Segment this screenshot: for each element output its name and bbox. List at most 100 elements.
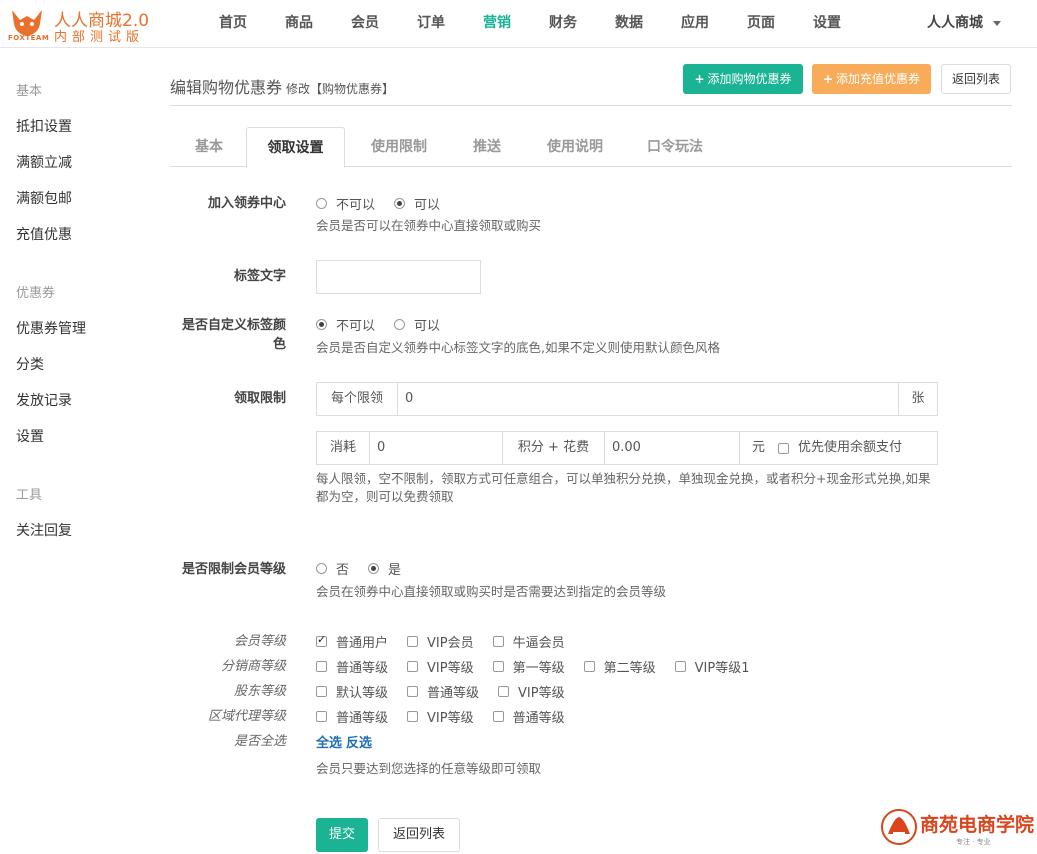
- page-title-text: 编辑购物优惠券: [170, 78, 283, 97]
- tab-push[interactable]: 推送: [450, 127, 524, 167]
- per-limit-unit: 张: [898, 382, 938, 416]
- sidebar-item-free-shipping[interactable]: 满额包邮: [16, 188, 72, 208]
- tab-password-play[interactable]: 口令玩法: [626, 127, 724, 167]
- checkbox-share-level-0[interactable]: 默认等级: [316, 682, 388, 701]
- nav-item-settings[interactable]: 设置: [794, 0, 860, 48]
- tab-claim-settings[interactable]: 领取设置: [246, 127, 345, 168]
- checkbox-icon: [407, 635, 419, 647]
- back-list-bottom-button[interactable]: 返回列表: [378, 818, 460, 852]
- balance-first-label: 优先使用余额支付: [798, 440, 903, 455]
- balance-first-checkbox[interactable]: 优先使用余额支付: [778, 432, 902, 464]
- label-level-limit: 是否限制会员等级: [181, 562, 286, 577]
- radio-checked-icon: [368, 562, 380, 574]
- radio-checked-icon: [316, 318, 327, 330]
- watermark-text: 商苑电商学院: [920, 814, 1035, 836]
- checkbox-dist-level-2[interactable]: 第一等级: [492, 657, 565, 676]
- checkbox-region-level-2[interactable]: 普通等级: [492, 707, 565, 726]
- add-shopping-coupon-button[interactable]: + 添加购物优惠券: [683, 64, 803, 94]
- page-header: 编辑购物优惠券 修改【购物优惠券】 + 添加购物优惠券 + 添加充值优惠券 返回列表: [170, 64, 1012, 106]
- nav-item-orders[interactable]: 订单: [398, 0, 464, 48]
- checkbox-icon: [407, 660, 419, 672]
- sidebar-item-deduct[interactable]: 抵扣设置: [16, 116, 72, 136]
- radio-icon: [316, 197, 327, 209]
- checkbox-dist-level-4[interactable]: VIP等级1: [674, 657, 750, 676]
- nav-item-marketing[interactable]: 营销: [464, 0, 530, 48]
- checkbox-member-level-1[interactable]: VIP会员: [407, 632, 474, 651]
- radio-center-no[interactable]: 不可以: [316, 194, 375, 213]
- nav-item-finance[interactable]: 财务: [530, 0, 596, 48]
- sidebar-item-full-reduce[interactable]: 满额立减: [16, 152, 72, 172]
- label-region-level: 区域代理等级: [207, 709, 286, 724]
- brand-logo[interactable]: 人人商城2.0 内部测试版 FOXTEAM: [8, 4, 158, 45]
- level-limit-radios: 否 是: [316, 559, 420, 578]
- region-level-label: VIP等级: [427, 710, 474, 726]
- dist-level-label: VIP等级1: [694, 660, 750, 676]
- radio-checked-icon: [394, 197, 406, 209]
- nav-item-pages[interactable]: 页面: [728, 0, 794, 48]
- help-any-level: 会员只要达到您选择的任意等级即可领取: [316, 761, 542, 776]
- nav-item-apps[interactable]: 应用: [662, 0, 728, 48]
- sidebar-item-issue-log[interactable]: 发放记录: [16, 390, 72, 410]
- college-seal-icon: [881, 809, 917, 845]
- nav-item-goods[interactable]: 商品: [266, 0, 332, 48]
- checkbox-icon: [492, 635, 504, 647]
- radio-custom-yes-label: 可以: [414, 318, 441, 334]
- radio-level-no-label: 否: [336, 562, 350, 578]
- checkbox-dist-level-1[interactable]: VIP等级: [407, 657, 474, 676]
- checkbox-icon: [674, 660, 686, 672]
- add-recharge-coupon-button[interactable]: + 添加充值优惠券: [812, 64, 931, 94]
- tag-text-input[interactable]: [316, 260, 481, 294]
- checkbox-icon: [492, 660, 504, 672]
- watermark-slogan: 专注 · 专业: [956, 838, 991, 846]
- dist-level-label: VIP等级: [427, 660, 474, 676]
- tab-basic[interactable]: 基本: [170, 127, 248, 167]
- checkbox-region-level-1[interactable]: VIP等级: [407, 707, 474, 726]
- select-all-link[interactable]: 全选: [316, 732, 342, 751]
- nav-item-home[interactable]: 首页: [200, 0, 266, 48]
- dist-level-options: 普通等级 VIP等级 第一等级 第二等级 VIP等级1: [316, 657, 768, 676]
- custom-color-radios: 不可以 可以: [316, 315, 459, 334]
- label-claim-limit: 领取限制: [233, 391, 286, 406]
- dist-level-label: 第一等级: [512, 660, 565, 676]
- checkbox-dist-level-0[interactable]: 普通等级: [316, 657, 388, 676]
- sidebar-item-category[interactable]: 分类: [16, 354, 44, 374]
- nav-item-data[interactable]: 数据: [596, 0, 662, 48]
- member-level-label: VIP会员: [427, 635, 474, 651]
- label-custom-color: 是否自定义标签颜色: [181, 318, 286, 352]
- back-to-list-button[interactable]: 返回列表: [941, 64, 1011, 94]
- dist-level-label: 普通等级: [336, 660, 389, 676]
- radio-custom-no[interactable]: 不可以: [316, 315, 375, 334]
- checkbox-share-level-1[interactable]: 普通等级: [407, 682, 479, 701]
- tab-usage-notes[interactable]: 使用说明: [526, 127, 624, 167]
- region-level-options: 普通等级 VIP等级 普通等级: [316, 707, 584, 726]
- checkbox-region-level-0[interactable]: 普通等级: [316, 707, 388, 726]
- points-money-addon: 积分 + 花费: [502, 431, 605, 465]
- per-limit-addon: 每个限领: [316, 382, 398, 416]
- sidebar-item-recharge[interactable]: 充值优惠: [16, 224, 72, 244]
- share-level-label: 默认等级: [336, 685, 389, 701]
- sidebar-item-coupon-manage[interactable]: 优惠券管理: [16, 318, 86, 338]
- checkbox-dist-level-3[interactable]: 第二等级: [583, 657, 656, 676]
- checkbox-member-level-2[interactable]: 牛逼会员: [492, 632, 565, 651]
- radio-level-no[interactable]: 否: [316, 559, 349, 578]
- invert-select-link[interactable]: 反选: [346, 732, 372, 751]
- checkbox-icon: [316, 660, 327, 672]
- radio-custom-yes[interactable]: 可以: [394, 315, 440, 334]
- submit-button[interactable]: 提交: [316, 818, 368, 852]
- label-dist-level: 分销商等级: [220, 659, 286, 674]
- sidebar-item-follow-reply[interactable]: 关注回复: [16, 520, 72, 540]
- radio-center-yes[interactable]: 可以: [394, 194, 440, 213]
- shareholder-level-options: 默认等级 普通等级 VIP等级: [316, 682, 584, 701]
- per-limit-input[interactable]: 0: [397, 382, 899, 416]
- tab-usage-limits[interactable]: 使用限制: [350, 127, 448, 167]
- checkbox-share-level-2[interactable]: VIP等级: [498, 682, 565, 701]
- sidebar-group-basic: 基本: [16, 84, 43, 99]
- nav-item-members[interactable]: 会员: [332, 0, 398, 48]
- money-input[interactable]: 0.00: [604, 431, 740, 465]
- checkbox-member-level-0[interactable]: 普通用户: [316, 632, 388, 651]
- main-nav: 首页 商品 会员 订单 营销 财务 数据 应用 页面 设置: [200, 0, 860, 48]
- radio-level-yes[interactable]: 是: [368, 559, 401, 578]
- cost-points-input[interactable]: 0: [369, 431, 503, 465]
- user-menu[interactable]: 人人商城: [927, 0, 1001, 46]
- sidebar-item-coupon-settings[interactable]: 设置: [16, 426, 44, 446]
